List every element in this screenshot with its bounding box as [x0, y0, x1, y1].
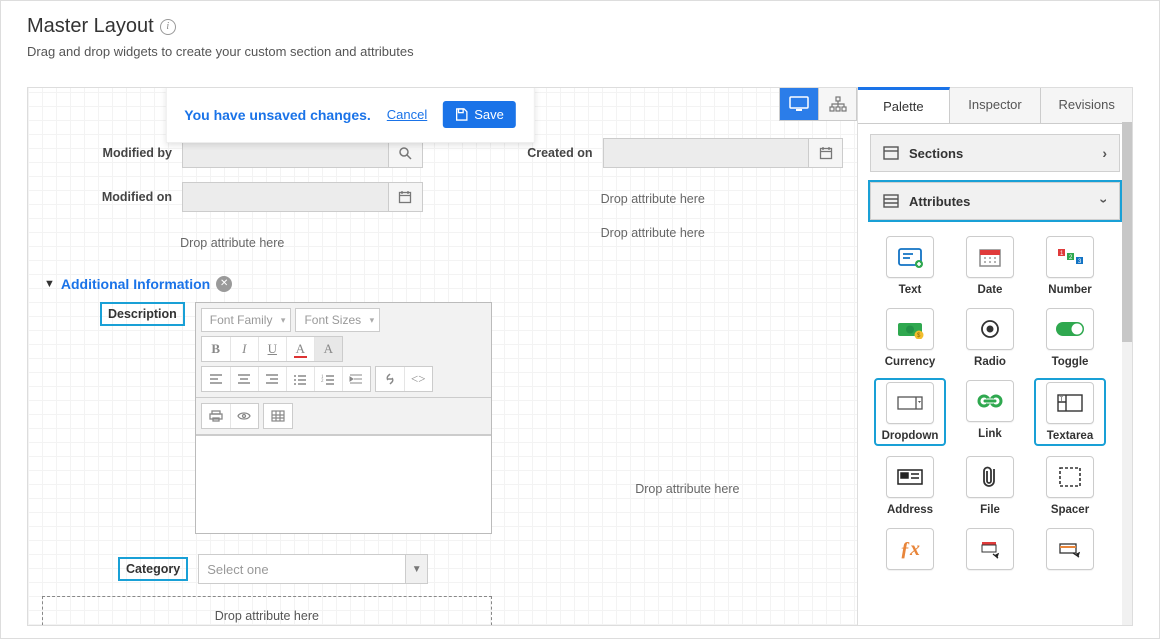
code-button[interactable]: <>	[404, 367, 432, 391]
tab-inspector[interactable]: Inspector	[950, 88, 1042, 123]
drop-zone[interactable]: Drop attribute here	[463, 216, 844, 250]
search-icon[interactable]	[388, 139, 422, 167]
accordion-attributes[interactable]: Attributes ›	[870, 182, 1120, 220]
description-label: Description	[100, 302, 185, 326]
attr-dropdown[interactable]: Dropdown	[876, 380, 944, 444]
attr-spacer[interactable]: Spacer	[1036, 456, 1104, 516]
side-panel: Palette Inspector Revisions Sections › A…	[857, 88, 1132, 625]
top-fields: Modified by Modified on	[42, 138, 843, 260]
unsaved-changes-banner: You have unsaved changes. Cancel Save	[165, 88, 535, 143]
created-on-label: Created on	[463, 146, 603, 160]
rich-text-editor[interactable]: Font Family Font Sizes B I U A A	[195, 302, 492, 534]
section-icon	[883, 146, 899, 160]
chevron-right-icon: ›	[1102, 145, 1107, 161]
attributes-icon	[883, 194, 899, 208]
info-icon[interactable]: i	[160, 19, 176, 35]
align-center-button[interactable]	[230, 367, 258, 391]
attr-address[interactable]: Address	[876, 456, 944, 516]
scrollbar[interactable]	[1122, 122, 1132, 625]
page-subtitle: Drag and drop widgets to create your cus…	[27, 44, 1133, 59]
font-color-button[interactable]: A	[286, 337, 314, 361]
drop-zone-dashed[interactable]: Drop attribute here	[42, 596, 492, 625]
attr-toggle[interactable]: Toggle	[1036, 308, 1104, 368]
category-select[interactable]: Select one ▼	[198, 554, 428, 584]
editor-body[interactable]	[196, 435, 491, 533]
page-title: Master Layout	[27, 15, 154, 38]
modified-by-label: Modified by	[42, 146, 182, 160]
svg-text:2: 2	[321, 379, 324, 384]
table-button[interactable]	[264, 404, 292, 428]
font-size-select[interactable]: Font Sizes	[295, 308, 380, 332]
attr-number[interactable]: 123 Number	[1036, 236, 1104, 296]
hierarchy-view-button[interactable]	[818, 88, 856, 120]
section-header[interactable]: ▼ Additional Information ✕	[44, 276, 843, 292]
unsaved-message: You have unsaved changes.	[184, 107, 370, 123]
modified-on-input[interactable]	[182, 182, 423, 212]
chevron-down-icon: ›	[1097, 199, 1113, 204]
cancel-link[interactable]: Cancel	[387, 107, 427, 122]
drop-zone[interactable]: Drop attribute here	[463, 182, 844, 216]
attr-text[interactable]: Text	[876, 236, 944, 296]
category-label: Category	[118, 557, 188, 581]
desktop-view-button[interactable]	[780, 88, 818, 120]
layout-canvas: You have unsaved changes. Cancel Save Mo…	[27, 87, 1133, 626]
attr-relationship[interactable]	[956, 528, 1024, 576]
calendar-icon[interactable]	[388, 183, 422, 211]
bold-button[interactable]: B	[202, 337, 230, 361]
number-list-button[interactable]: 12	[314, 367, 342, 391]
created-on-input[interactable]	[603, 138, 844, 168]
attr-currency[interactable]: $ Currency	[876, 308, 944, 368]
attr-lookup[interactable]	[1036, 528, 1104, 576]
accordion-sections[interactable]: Sections ›	[870, 134, 1120, 172]
indent-button[interactable]	[342, 367, 370, 391]
drop-zone[interactable]: Drop attribute here	[532, 472, 843, 506]
chevron-down-icon: ▼	[405, 555, 427, 583]
remove-section-icon[interactable]: ✕	[216, 276, 232, 292]
view-toggle	[779, 88, 857, 121]
panel-tabs: Palette Inspector Revisions	[858, 88, 1132, 124]
attr-link[interactable]: Link	[956, 380, 1024, 444]
section-title: Additional Information	[61, 276, 210, 292]
modified-on-label: Modified on	[42, 190, 182, 204]
print-button[interactable]	[202, 404, 230, 428]
font-family-select[interactable]: Font Family	[201, 308, 292, 332]
page-header: Master Layout i Drag and drop widgets to…	[1, 1, 1159, 67]
align-right-button[interactable]	[258, 367, 286, 391]
caret-down-icon: ▼	[44, 278, 55, 290]
tab-palette[interactable]: Palette	[858, 87, 950, 123]
preview-button[interactable]	[230, 404, 258, 428]
attribute-palette: Text Date 123 Number $ Currency Radio To…	[858, 220, 1122, 592]
bullet-list-button[interactable]	[286, 367, 314, 391]
calendar-icon[interactable]	[808, 139, 842, 167]
link-button[interactable]	[376, 367, 404, 391]
highlight-button[interactable]: A	[314, 337, 342, 361]
save-button[interactable]: Save	[443, 101, 516, 128]
attr-file[interactable]: File	[956, 456, 1024, 516]
attr-date[interactable]: Date	[956, 236, 1024, 296]
attr-formula[interactable]: ƒx	[876, 528, 944, 576]
underline-button[interactable]: U	[258, 337, 286, 361]
italic-button[interactable]: I	[230, 337, 258, 361]
attr-radio[interactable]: Radio	[956, 308, 1024, 368]
svg-text:T: T	[1060, 397, 1064, 403]
drop-zone[interactable]: Drop attribute here	[42, 226, 423, 260]
tab-revisions[interactable]: Revisions	[1041, 88, 1132, 123]
align-left-button[interactable]	[202, 367, 230, 391]
design-surface[interactable]: You have unsaved changes. Cancel Save Mo…	[28, 88, 857, 625]
scrollbar-thumb[interactable]	[1122, 122, 1132, 342]
attr-textarea[interactable]: T Textarea	[1036, 380, 1104, 444]
